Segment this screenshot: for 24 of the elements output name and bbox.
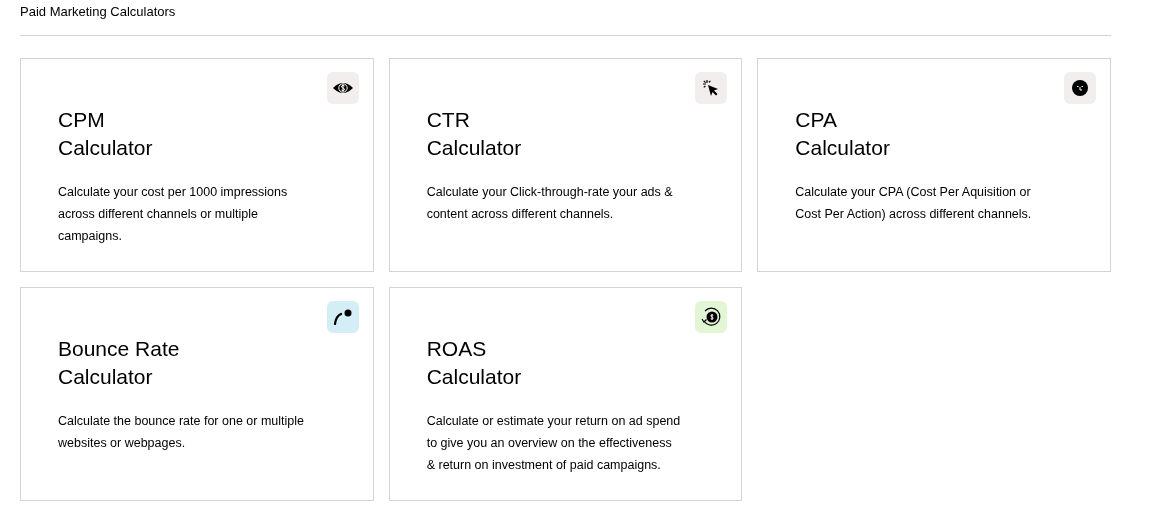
section-heading: Paid Marketing Calculators	[20, 4, 176, 20]
calculator-card[interactable]: CPA Calculator Calculate your CPA (Cost Per Aquisition or Cost Per Action) across different channels.	[757, 58, 1111, 272]
face-icon	[1071, 79, 1089, 97]
card-description: Calculate your Click-through-rate your ads & content across different channels.	[426, 184, 674, 223]
bounce-icon	[332, 309, 353, 325]
card-description: Calculate the bounce rate for one or multiple websites or webpages.	[58, 413, 305, 452]
card-description: Calculate your cost per 1000 impressions across different channels or multiple campaigns.	[58, 184, 289, 245]
card-title: Calculator	[58, 364, 153, 390]
card-title: Calculator	[426, 135, 522, 161]
card-title: ROAS	[426, 336, 487, 362]
card-title: CPA	[795, 107, 837, 133]
card-description: Calculate your CPA (Cost Per Aquisition or Cost Per Action) across different channels.	[795, 184, 1033, 223]
card-title: CTR	[426, 107, 470, 133]
calculator-card[interactable]: CTR Calculator Calculate your Click-through-rate your ads & content across different channels.	[388, 58, 743, 272]
card-title: CPM	[58, 107, 105, 133]
card-title: Calculator	[58, 135, 153, 161]
card-title: Bounce Rate	[58, 336, 180, 362]
calculator-card[interactable]: CPM Calculator Calculate your cost per 1000 impressions across different channels or multiple campaigns.	[20, 58, 374, 272]
calculator-card[interactable]: Bounce Rate Calculator Calculate the bounce rate for one or multiple websites or webpages.	[20, 287, 374, 501]
card-title: Calculator	[426, 364, 522, 390]
eye-dollar-icon	[331, 81, 354, 95]
card-description: Calculate or estimate your return on ad spend to give you an overview on the effectiveness & return on investment of paid campaigns.	[426, 413, 682, 474]
calculator-card[interactable]: ROAS Calculator Calculate or estimate your return on ad spend to give you an overview on the effectiveness & return on investment of paid campaigns.	[388, 287, 743, 501]
card-title: Calculator	[795, 135, 890, 161]
